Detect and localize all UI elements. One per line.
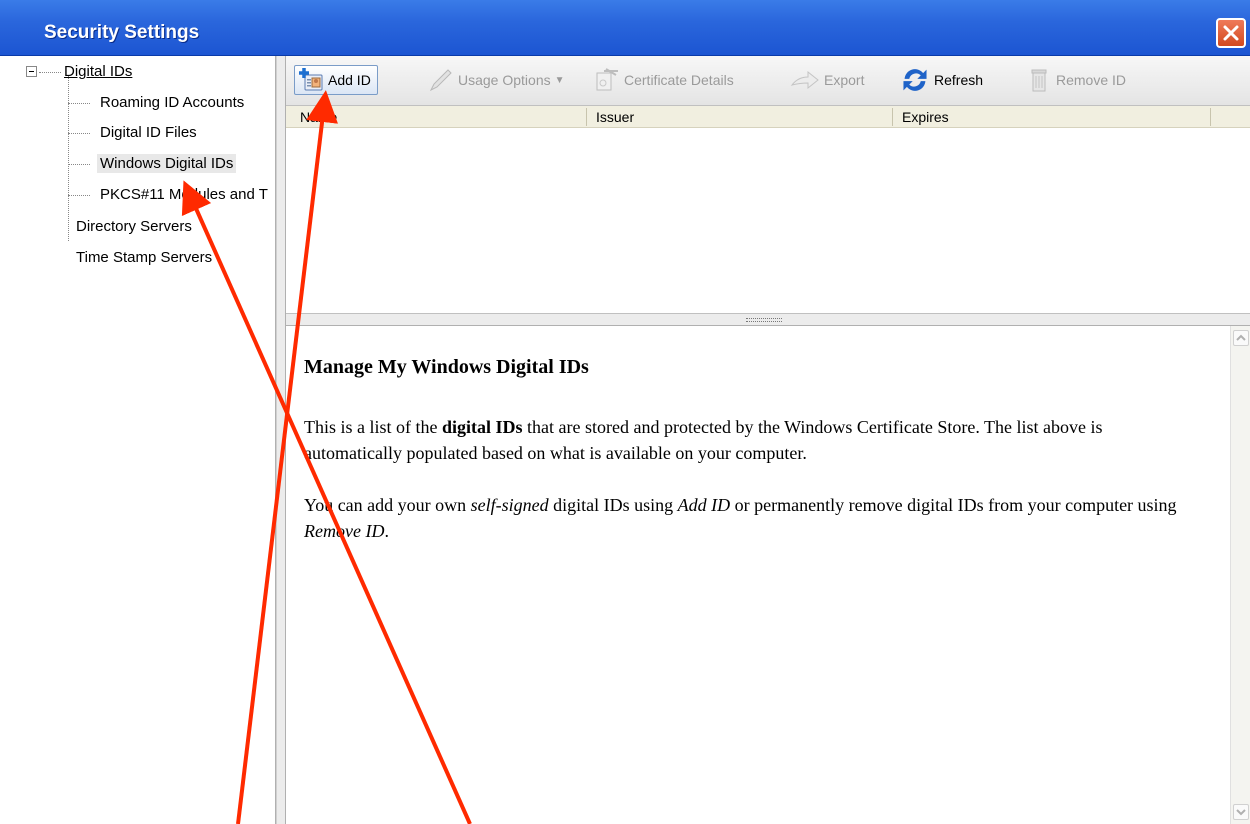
column-header-name[interactable]: Name xyxy=(300,109,337,125)
description-heading: Manage My Windows Digital IDs xyxy=(304,356,589,378)
close-icon xyxy=(1223,25,1239,41)
export-label: Export xyxy=(824,72,865,88)
refresh-label: Refresh xyxy=(934,72,984,88)
column-separator[interactable] xyxy=(892,108,893,126)
horizontal-splitter[interactable] xyxy=(286,314,1250,326)
tree-item-roaming-id-accounts[interactable]: Roaming ID Accounts xyxy=(100,94,244,111)
splitter-grip[interactable] xyxy=(746,318,782,322)
tree-item-windows-digital-ids[interactable]: Windows Digital IDs xyxy=(97,154,237,173)
list-header: Name Issuer Expires xyxy=(286,106,1250,128)
certificate-icon xyxy=(596,68,618,91)
close-button[interactable] xyxy=(1216,18,1246,48)
vertical-splitter[interactable] xyxy=(276,56,286,824)
description-scrollbar[interactable] xyxy=(1230,326,1250,824)
description-paragraph-2: You can add your own self-signed digital… xyxy=(304,495,1177,541)
scroll-up-button[interactable] xyxy=(1233,330,1249,346)
window-title: Security Settings xyxy=(44,22,200,43)
export-button[interactable]: Export xyxy=(790,65,864,95)
remove-id-button[interactable]: Remove ID xyxy=(1026,65,1126,95)
chevron-down-icon: ▼ xyxy=(554,74,565,86)
scroll-down-button[interactable] xyxy=(1233,804,1249,820)
export-arrow-icon xyxy=(790,70,819,90)
tree-connector xyxy=(68,195,90,196)
usage-options-label: Usage Options xyxy=(458,72,551,88)
tree-item-digital-ids[interactable]: Digital IDs xyxy=(64,63,132,80)
tree-connector xyxy=(68,76,69,241)
digital-id-list[interactable] xyxy=(286,128,1250,314)
chevron-down-icon xyxy=(1236,809,1246,816)
main-panel: Add ID Usage Options ▼ Certificate Detai… xyxy=(286,56,1250,824)
chevron-up-icon xyxy=(1236,334,1246,341)
title-bar: Security Settings xyxy=(0,0,1250,56)
refresh-button[interactable]: Refresh xyxy=(900,65,983,95)
remove-id-label: Remove ID xyxy=(1056,72,1127,88)
tree-item-time-stamp-servers[interactable]: Time Stamp Servers xyxy=(76,249,212,266)
tree-item-digital-id-files[interactable]: Digital ID Files xyxy=(100,124,197,141)
pen-icon xyxy=(429,69,452,92)
refresh-icon xyxy=(903,69,927,91)
tree-connector xyxy=(39,72,61,73)
add-id-label: Add ID xyxy=(328,72,371,88)
description-paragraph-1: This is a list of the digital IDs that a… xyxy=(304,417,1103,463)
add-id-button[interactable]: Add ID xyxy=(294,65,378,95)
usage-options-button[interactable]: Usage Options ▼ xyxy=(428,65,565,95)
column-separator[interactable] xyxy=(1210,108,1211,126)
settings-tree: Digital IDs Roaming ID Accounts Digital … xyxy=(12,56,276,824)
column-separator[interactable] xyxy=(586,108,587,126)
tree-item-pkcs11-modules[interactable]: PKCS#11 Modules and T xyxy=(100,186,268,203)
collapse-toggle[interactable] xyxy=(26,66,37,77)
tree-connector xyxy=(68,103,90,104)
toolbar: Add ID Usage Options ▼ Certificate Detai… xyxy=(286,56,1250,106)
tree-connector xyxy=(68,133,90,134)
column-header-expires[interactable]: Expires xyxy=(902,109,949,125)
trash-icon xyxy=(1031,69,1047,92)
tree-connector xyxy=(68,164,90,165)
add-id-icon xyxy=(299,68,323,91)
certificate-details-button[interactable]: Certificate Details xyxy=(594,65,734,95)
tree-item-directory-servers[interactable]: Directory Servers xyxy=(76,218,192,235)
description-panel: Manage My Windows Digital IDs This is a … xyxy=(286,326,1250,824)
column-header-issuer[interactable]: Issuer xyxy=(596,109,634,125)
certificate-details-label: Certificate Details xyxy=(624,72,734,88)
